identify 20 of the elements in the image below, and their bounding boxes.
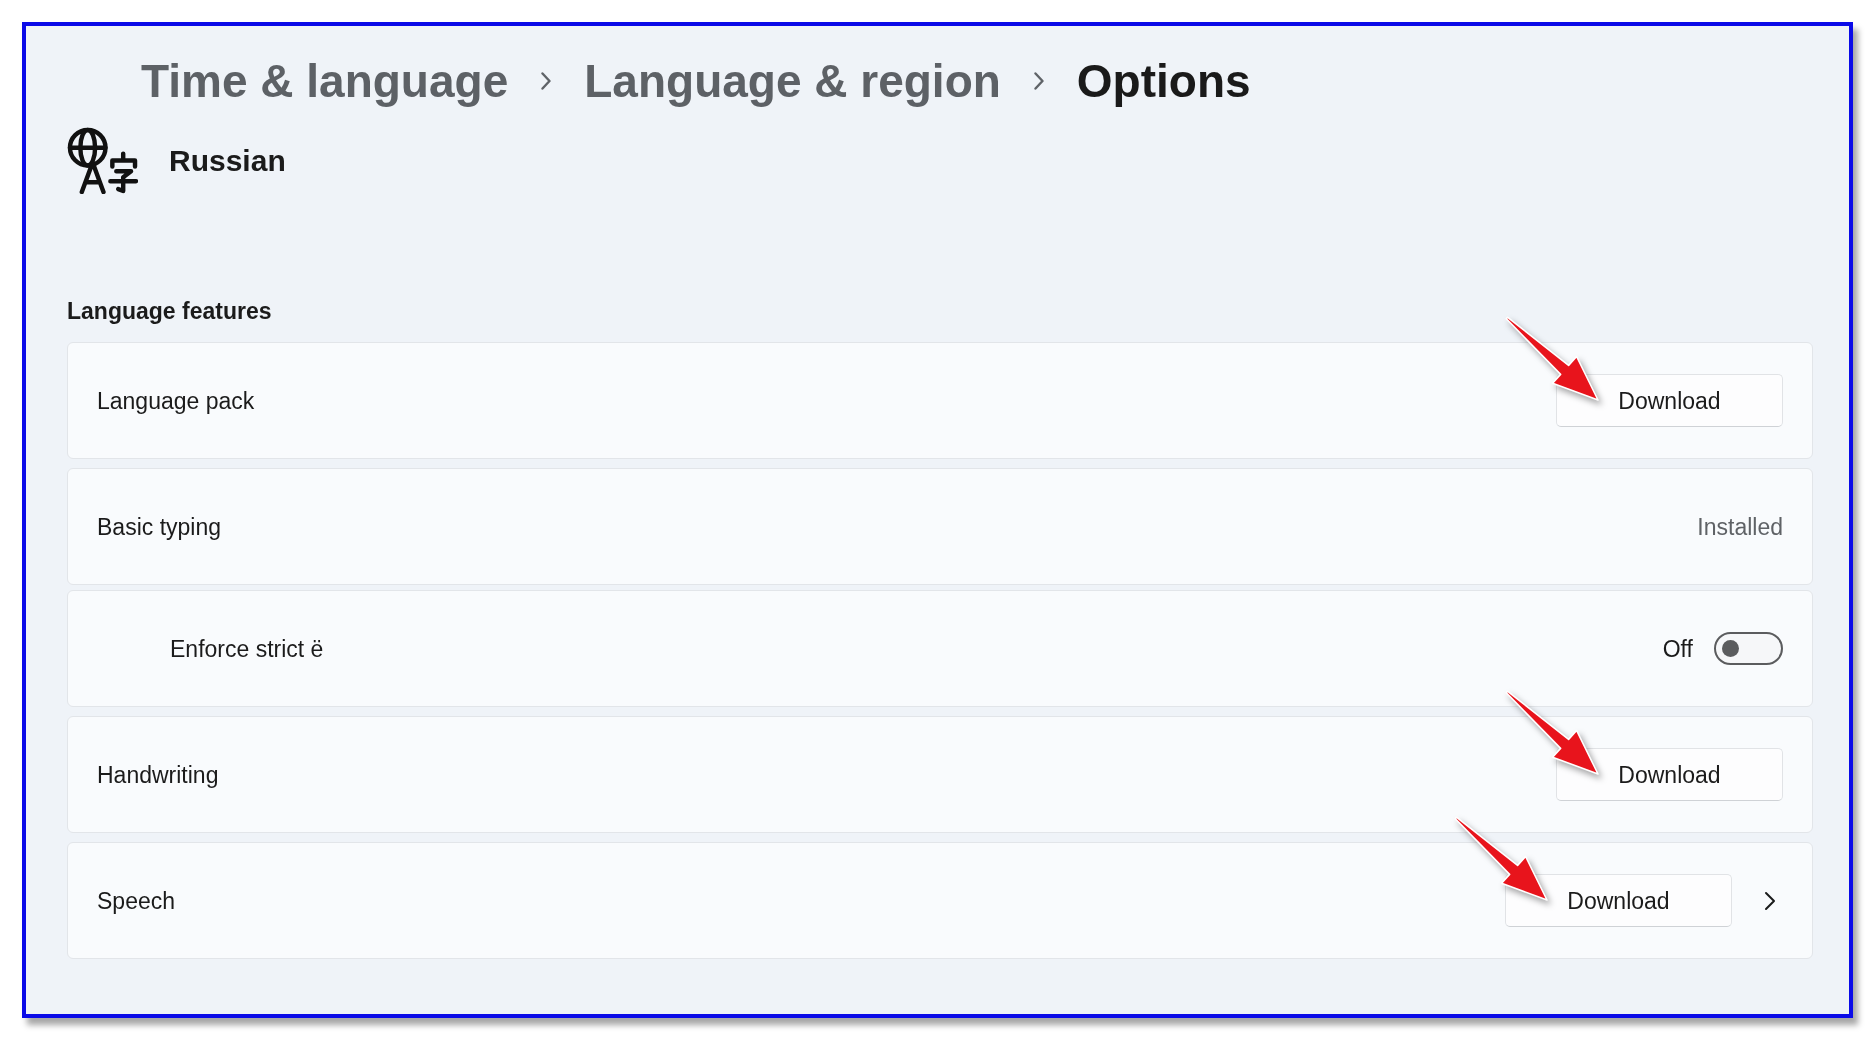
toggle-state-label: Off	[1662, 634, 1693, 663]
language-name: Russian	[169, 142, 286, 179]
download-button[interactable]: Download	[1556, 374, 1783, 427]
chevron-right-icon	[1764, 890, 1776, 911]
chevron-right-icon	[541, 72, 552, 90]
download-button[interactable]: Download	[1556, 748, 1783, 801]
setting-label: Enforce strict ë	[170, 634, 324, 663]
download-button[interactable]: Download	[1505, 874, 1732, 927]
status-text: Installed	[1697, 512, 1783, 541]
setting-label: Handwriting	[97, 760, 219, 789]
breadcrumb-item: Options	[1076, 54, 1251, 109]
setting-label: Speech	[97, 886, 175, 915]
breadcrumb-item[interactable]: Time & language	[141, 53, 509, 109]
chevron-right-icon	[1033, 72, 1044, 90]
language-icon	[67, 127, 138, 194]
breadcrumb-item[interactable]: Language & region	[584, 53, 1001, 109]
setting-label: Language pack	[97, 386, 255, 415]
toggle-switch[interactable]	[1714, 632, 1783, 665]
section-heading: Language features	[67, 297, 272, 325]
setting-label: Basic typing	[97, 512, 221, 541]
